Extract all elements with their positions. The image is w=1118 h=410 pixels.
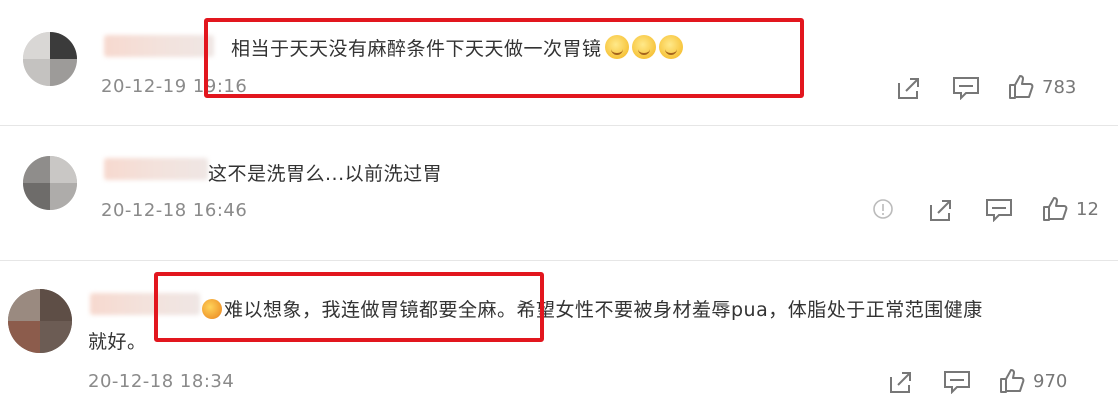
like-count: 783 bbox=[1042, 76, 1077, 98]
share-button[interactable] bbox=[896, 76, 922, 100]
comment-item: 这不是洗胃么...以前洗过胃 20-12-18 16:46 12 bbox=[0, 126, 1118, 260]
like-button[interactable]: 783 bbox=[1008, 74, 1076, 100]
share-button[interactable] bbox=[928, 198, 954, 222]
comment-icon bbox=[944, 371, 970, 394]
share-button[interactable] bbox=[888, 370, 914, 394]
comment-time: 20-12-18 16:46 bbox=[101, 200, 248, 221]
report-button[interactable] bbox=[872, 198, 894, 220]
comment-icon bbox=[986, 199, 1012, 222]
username[interactable] bbox=[104, 158, 208, 180]
reply-button[interactable] bbox=[952, 76, 980, 100]
reply-button[interactable] bbox=[985, 198, 1013, 222]
thumbs-up-icon bbox=[1009, 75, 1034, 99]
share-icon bbox=[890, 372, 911, 393]
reply-button[interactable] bbox=[943, 370, 971, 394]
comment-time: 20-12-18 18:34 bbox=[88, 371, 235, 392]
comment-text: 这不是洗胃么...以前洗过胃 bbox=[208, 163, 443, 185]
share-icon bbox=[898, 78, 919, 99]
avatar[interactable] bbox=[23, 156, 77, 210]
like-button[interactable]: 12 bbox=[1042, 196, 1099, 222]
username[interactable] bbox=[104, 35, 214, 57]
highlight-box bbox=[204, 18, 804, 98]
like-count: 970 bbox=[1033, 370, 1068, 392]
highlight-box bbox=[154, 272, 544, 342]
thumbs-up-icon bbox=[1043, 197, 1068, 221]
avatar[interactable] bbox=[8, 289, 72, 353]
like-button[interactable]: 970 bbox=[999, 368, 1067, 394]
comment-icon bbox=[953, 77, 979, 100]
avatar[interactable] bbox=[23, 32, 77, 86]
like-count: 12 bbox=[1076, 198, 1099, 220]
report-icon bbox=[873, 199, 893, 219]
comment-text-line2: 就好。 bbox=[88, 331, 147, 353]
share-icon bbox=[930, 200, 951, 221]
thumbs-up-icon bbox=[1000, 369, 1025, 393]
